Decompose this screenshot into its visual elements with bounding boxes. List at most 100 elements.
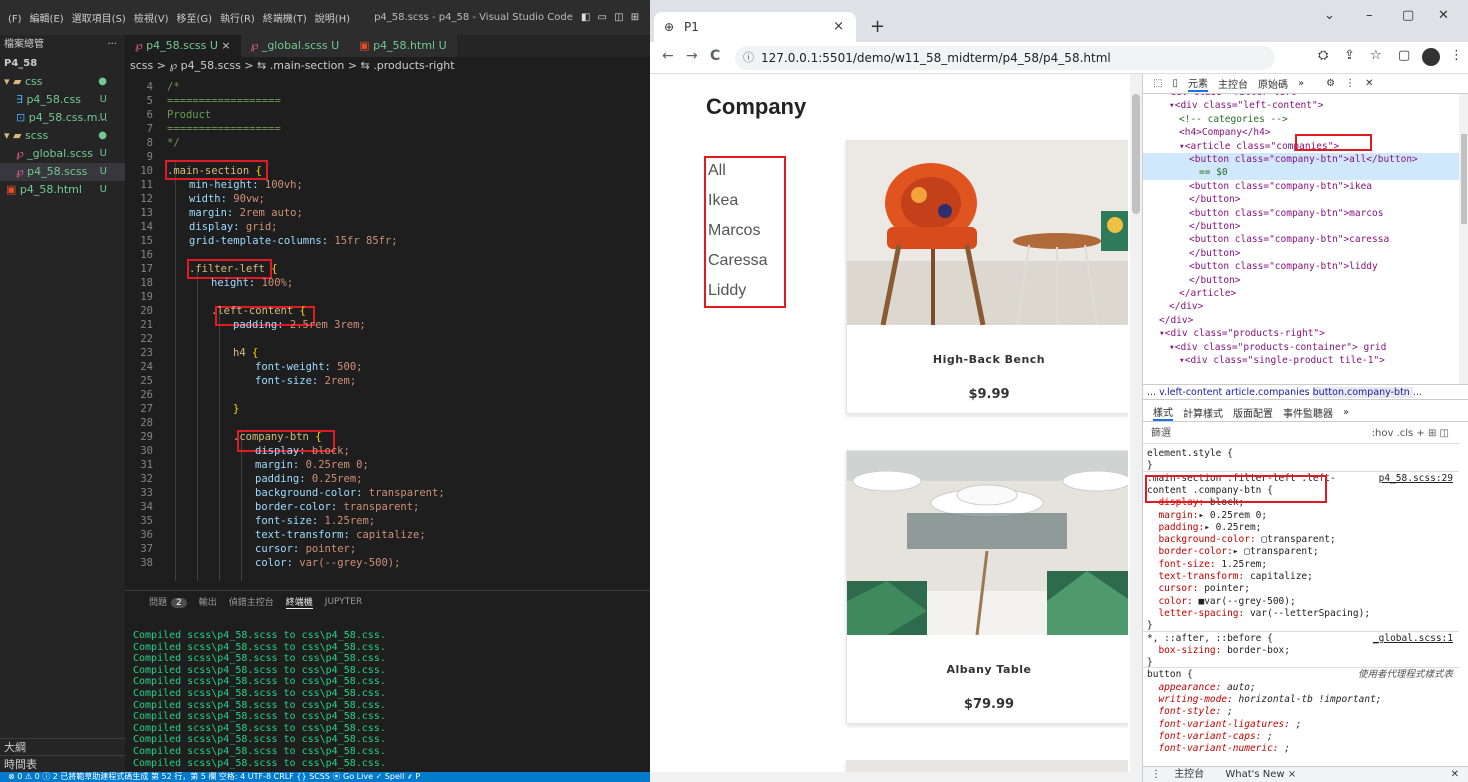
code-line[interactable]: ================== <box>167 95 281 107</box>
tab-terminal[interactable]: 終端機 <box>285 595 313 609</box>
dom-node[interactable]: ▾<div class="products-container"> grid <box>1169 341 1386 354</box>
dom-node[interactable]: </button> <box>1189 193 1240 206</box>
code-line[interactable]: padding: 2.5rem 3rem; <box>233 319 366 331</box>
css-rule-line[interactable]: letter-spacing: var(--letterSpacing); <box>1147 608 1370 620</box>
timeline-section[interactable]: 時間表 <box>0 755 125 772</box>
css-rule-line[interactable]: padding:▸ 0.25rem; <box>1147 522 1261 534</box>
css-rule-line[interactable]: margin:▸ 0.25rem 0; <box>1147 510 1267 522</box>
code-line[interactable]: height: 100%; <box>211 277 293 289</box>
editor-tab[interactable]: ℘ p4_58.scss U × <box>125 35 241 57</box>
code-line[interactable]: margin: 2rem auto; <box>189 207 303 219</box>
close-drawer-icon[interactable]: ✕ <box>1451 767 1459 782</box>
css-rule-line[interactable]: appearance: auto; <box>1147 682 1255 694</box>
menu-item[interactable]: (F) <box>8 14 22 25</box>
menu-item[interactable]: 說明(H) <box>315 14 350 25</box>
code-line[interactable]: } <box>233 403 239 415</box>
code-line[interactable]: */ <box>167 137 180 149</box>
terminal-output[interactable]: Compiled scss\p4_58.scss to css\p4_58.cs… <box>133 630 628 769</box>
css-rule-line[interactable]: color: ■var(--grey-500); <box>1147 596 1295 608</box>
reload-button[interactable]: C <box>710 48 720 64</box>
styles-tab[interactable]: 事件監聽器 <box>1283 405 1333 420</box>
file-scss[interactable]: ℘ p4_58.scss U <box>0 163 125 181</box>
code-line[interactable]: cursor: pointer; <box>255 543 356 555</box>
dom-node[interactable]: <button class="company-btn">marcos <box>1189 207 1383 220</box>
explorer-root[interactable]: P4_58 <box>0 55 125 73</box>
menu-item[interactable]: 檢視(V) <box>134 14 169 25</box>
code-line[interactable]: color: var(--grey-500); <box>255 557 400 569</box>
breadcrumb-item[interactable]: ... <box>1413 387 1422 398</box>
css-rule-line[interactable]: font-style: ; <box>1147 706 1232 718</box>
new-tab-button[interactable]: + <box>870 12 885 42</box>
scrollbar-thumb[interactable] <box>1461 134 1467 224</box>
editor-tab[interactable]: ▣ p4_58.html U <box>349 35 457 57</box>
code-line[interactable]: min-height: 100vh; <box>189 179 303 191</box>
close-devtools-icon[interactable]: ✕ <box>1365 78 1373 89</box>
styles-filter[interactable]: 篩選 :hov .cls + ⊞ ◫ <box>1143 424 1459 444</box>
breadcrumb-item[interactable]: v.left-content <box>1159 387 1225 398</box>
dom-scrollbar[interactable] <box>1459 94 1468 384</box>
drawer-menu-icon[interactable]: ⋮ <box>1151 769 1161 780</box>
tab-problems[interactable]: 問題 2 <box>137 595 187 608</box>
tab-elements[interactable]: 元素 <box>1187 75 1208 92</box>
code-line[interactable]: border-color: transparent; <box>255 501 419 513</box>
menu-item[interactable]: 執行(R) <box>220 14 255 25</box>
css-rule-line[interactable]: font-variant-numeric: ; <box>1147 743 1290 755</box>
close-window-button[interactable]: ✕ <box>1438 8 1449 23</box>
stylesheet-link-text[interactable]: _global.scss:1 <box>1373 633 1453 644</box>
devtools-menu-icon[interactable]: ⋮ <box>1345 78 1355 89</box>
dom-node[interactable]: </button> <box>1189 274 1240 287</box>
code-line[interactable]: /* <box>167 81 180 93</box>
dom-node[interactable]: == $0 <box>1143 166 1459 180</box>
styles-tab[interactable]: » <box>1343 407 1349 418</box>
tab-search-icon[interactable]: ⌄ <box>1324 8 1335 23</box>
share-icon[interactable]: ⇪ <box>1344 48 1355 63</box>
drawer-tab-console[interactable]: 主控台 <box>1174 769 1204 780</box>
dom-node[interactable]: ▾<article class="companies"> <box>1179 140 1339 153</box>
css-rule-line[interactable]: display: block; <box>1147 497 1244 509</box>
product-card[interactable]: Albany Table $79.99 <box>846 450 1128 724</box>
company-button-caressa[interactable]: Caressa <box>704 246 768 276</box>
code-line[interactable]: background-color: transparent; <box>255 487 445 499</box>
code-line[interactable]: Product <box>167 109 211 121</box>
scrollbar-thumb[interactable] <box>1132 94 1140 214</box>
menu-item[interactable]: 終端機(T) <box>263 14 307 25</box>
editor-tab[interactable]: ℘ _global.scss U <box>240 35 350 57</box>
back-button[interactable]: ← <box>662 48 674 64</box>
drawer-tab-whats-new[interactable]: What's New × <box>1225 769 1296 780</box>
code-line[interactable]: font-size: 2rem; <box>255 375 356 387</box>
maximize-button[interactable]: ▢ <box>1402 8 1414 23</box>
css-rule-line[interactable]: background-color: ▢transparent; <box>1147 534 1335 546</box>
css-rule-line[interactable]: text-transform: capitalize; <box>1147 571 1312 583</box>
code-line[interactable]: margin: 0.25rem 0; <box>255 459 369 471</box>
stylesheet-link[interactable]: p4_58.scss:29 <box>1379 473 1453 485</box>
stylesheet-link-text[interactable]: 使用者代理程式樣式表 <box>1358 669 1453 680</box>
code-line[interactable]: .filter-left { <box>189 263 278 275</box>
company-button-liddy[interactable]: Liddy <box>704 276 746 306</box>
file-css[interactable]: ∃ p4_58.css U <box>0 91 125 109</box>
css-rule-line[interactable]: cursor: pointer; <box>1147 583 1250 595</box>
inspect-icon[interactable]: ⬚ <box>1153 78 1162 89</box>
code-line[interactable]: .main-section { <box>167 165 262 177</box>
dom-node[interactable]: <button class="company-btn">liddy <box>1189 260 1378 273</box>
minimize-button[interactable]: – <box>1366 8 1373 23</box>
stylesheet-link[interactable]: 使用者代理程式樣式表 <box>1358 669 1453 681</box>
url-bar[interactable]: ⓘ 127.0.0.1:5501/demo/w11_58_midterm/p4_… <box>735 46 1275 70</box>
dom-node[interactable]: </button> <box>1189 247 1240 260</box>
code-editor[interactable]: 4 /* 5 ================== 6 Product 7 =========… <box>125 79 650 584</box>
css-rule-line[interactable]: .main-section .filter-left .left- <box>1147 473 1336 485</box>
company-button-marcos[interactable]: Marcos <box>704 216 760 246</box>
dom-node[interactable]: ▾<div class="left-content"> <box>1169 99 1323 112</box>
dom-node[interactable]: </div> <box>1159 314 1193 327</box>
css-rule-line[interactable]: *, ::after, ::before { <box>1147 633 1273 645</box>
code-line[interactable]: h4 { <box>233 347 258 359</box>
css-rule-line[interactable]: writing-mode: horizontal-tb !important; <box>1147 694 1381 706</box>
filter-tools[interactable]: :hov .cls + ⊞ ◫ <box>1372 424 1449 444</box>
css-rule-line[interactable]: font-size: 1.25rem; <box>1147 559 1267 571</box>
styles-pane[interactable]: element.style {} .main-section .filter-le… <box>1143 446 1459 782</box>
code-line[interactable]: padding: 0.25rem; <box>255 473 362 485</box>
page-scrollbar[interactable] <box>1130 74 1142 774</box>
code-line[interactable]: .company-btn { <box>233 431 322 443</box>
code-line[interactable]: text-transform: capitalize; <box>255 529 426 541</box>
code-line[interactable]: grid-template-columns: 15fr 85fr; <box>189 235 398 247</box>
menu-item[interactable]: 移至(G) <box>177 14 213 25</box>
